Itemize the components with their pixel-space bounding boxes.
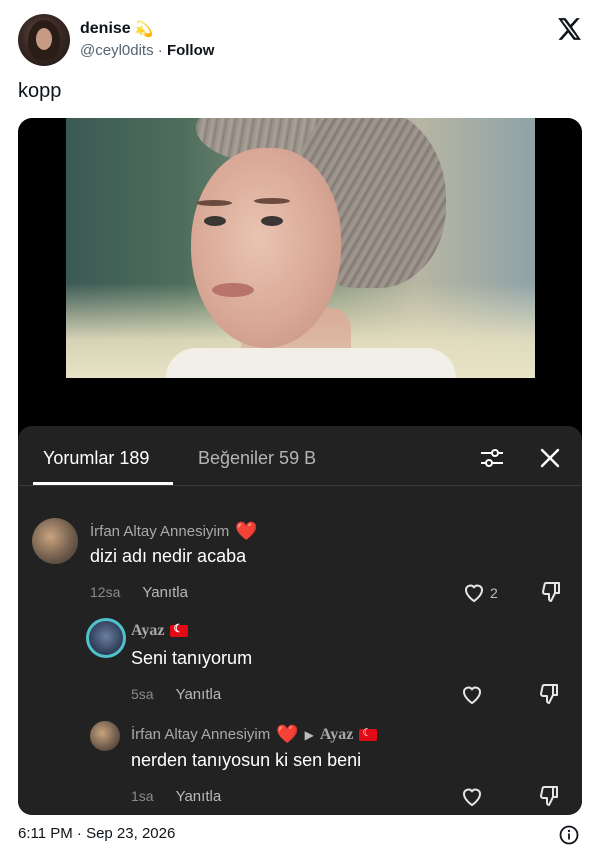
avatar[interactable] (90, 721, 120, 751)
user-display-name[interactable]: denise 💫 (80, 20, 153, 38)
author-name[interactable]: Ayaz (131, 622, 164, 640)
reply-arrow-icon: ▶ (304, 727, 314, 742)
x-logo-icon[interactable] (556, 16, 582, 42)
heart-emoji: ❤️ (235, 521, 258, 541)
comment-text: dizi adı nedir acaba (90, 546, 247, 566)
author-name[interactable]: İrfan Altay Annesiyim (131, 726, 270, 743)
comments-panel: Yorumlar 189 Beğeniler 59 B İrfan Altay … (18, 426, 582, 815)
display-name-text[interactable]: denise (80, 20, 131, 38)
heart-icon[interactable] (462, 581, 486, 603)
like-count: 2 (490, 585, 498, 601)
follow-button[interactable]: Follow (167, 42, 215, 59)
comment-meta: 12sa Yanıtla (90, 584, 188, 601)
separator: · (157, 42, 163, 59)
comment-meta: 5sa Yanıtla (131, 686, 221, 703)
tweet-text: kopp (18, 80, 62, 102)
comment-time: 12sa (90, 584, 121, 600)
close-icon[interactable] (536, 444, 564, 472)
dislike-icon[interactable] (538, 784, 562, 808)
author-name[interactable]: İrfan Altay Annesiyim (90, 523, 229, 540)
reply-to-name[interactable]: Ayaz (320, 726, 353, 744)
reply-button[interactable]: Yanıtla (142, 584, 188, 601)
reply-button[interactable]: Yanıtla (176, 686, 222, 703)
sparkle-emoji: 💫 (134, 21, 154, 38)
avatar[interactable] (86, 618, 126, 658)
heart-emoji: ❤️ (276, 724, 299, 744)
comment-meta: 1sa Yanıtla (131, 788, 221, 805)
tab-comments[interactable]: Yorumlar 189 (43, 448, 149, 469)
comment-author[interactable]: Ayaz (131, 622, 189, 640)
heart-icon[interactable] (460, 785, 484, 807)
heart-icon[interactable] (460, 683, 484, 705)
info-icon[interactable] (559, 825, 579, 845)
tab-likes[interactable]: Beğeniler 59 B (198, 448, 316, 469)
tweet-header: denise 💫 @ceyl0dits · Follow (18, 14, 584, 66)
comment-time: 5sa (131, 686, 154, 702)
comment-text: Seni tanıyorum (131, 648, 253, 668)
handle-line: @ceyl0dits · Follow (80, 42, 214, 59)
turkey-flag-icon (170, 622, 189, 637)
reply-button[interactable]: Yanıtla (176, 788, 222, 805)
comment-time: 1sa (131, 788, 154, 804)
comment-text: nerden tanıyosun ki sen beni (131, 750, 362, 770)
tweet-media[interactable]: Yorumlar 189 Beğeniler 59 B İrfan Altay … (18, 118, 582, 815)
dislike-icon[interactable] (540, 580, 564, 604)
turkey-flag-icon (359, 726, 378, 741)
user-handle[interactable]: @ceyl0dits (80, 42, 154, 59)
dislike-icon[interactable] (538, 682, 562, 706)
comment-author[interactable]: İrfan Altay Annesiyim ❤️ (90, 521, 258, 542)
video-frame-photo (66, 118, 535, 378)
comment-author[interactable]: İrfan Altay Annesiyim ❤️ ▶ Ayaz (131, 724, 378, 745)
tweet-timestamp[interactable]: 6:11 PM · Sep 23, 2026 (18, 825, 175, 842)
divider (18, 485, 582, 486)
filter-icon[interactable] (478, 444, 506, 472)
avatar[interactable] (18, 14, 70, 66)
avatar[interactable] (32, 518, 78, 564)
